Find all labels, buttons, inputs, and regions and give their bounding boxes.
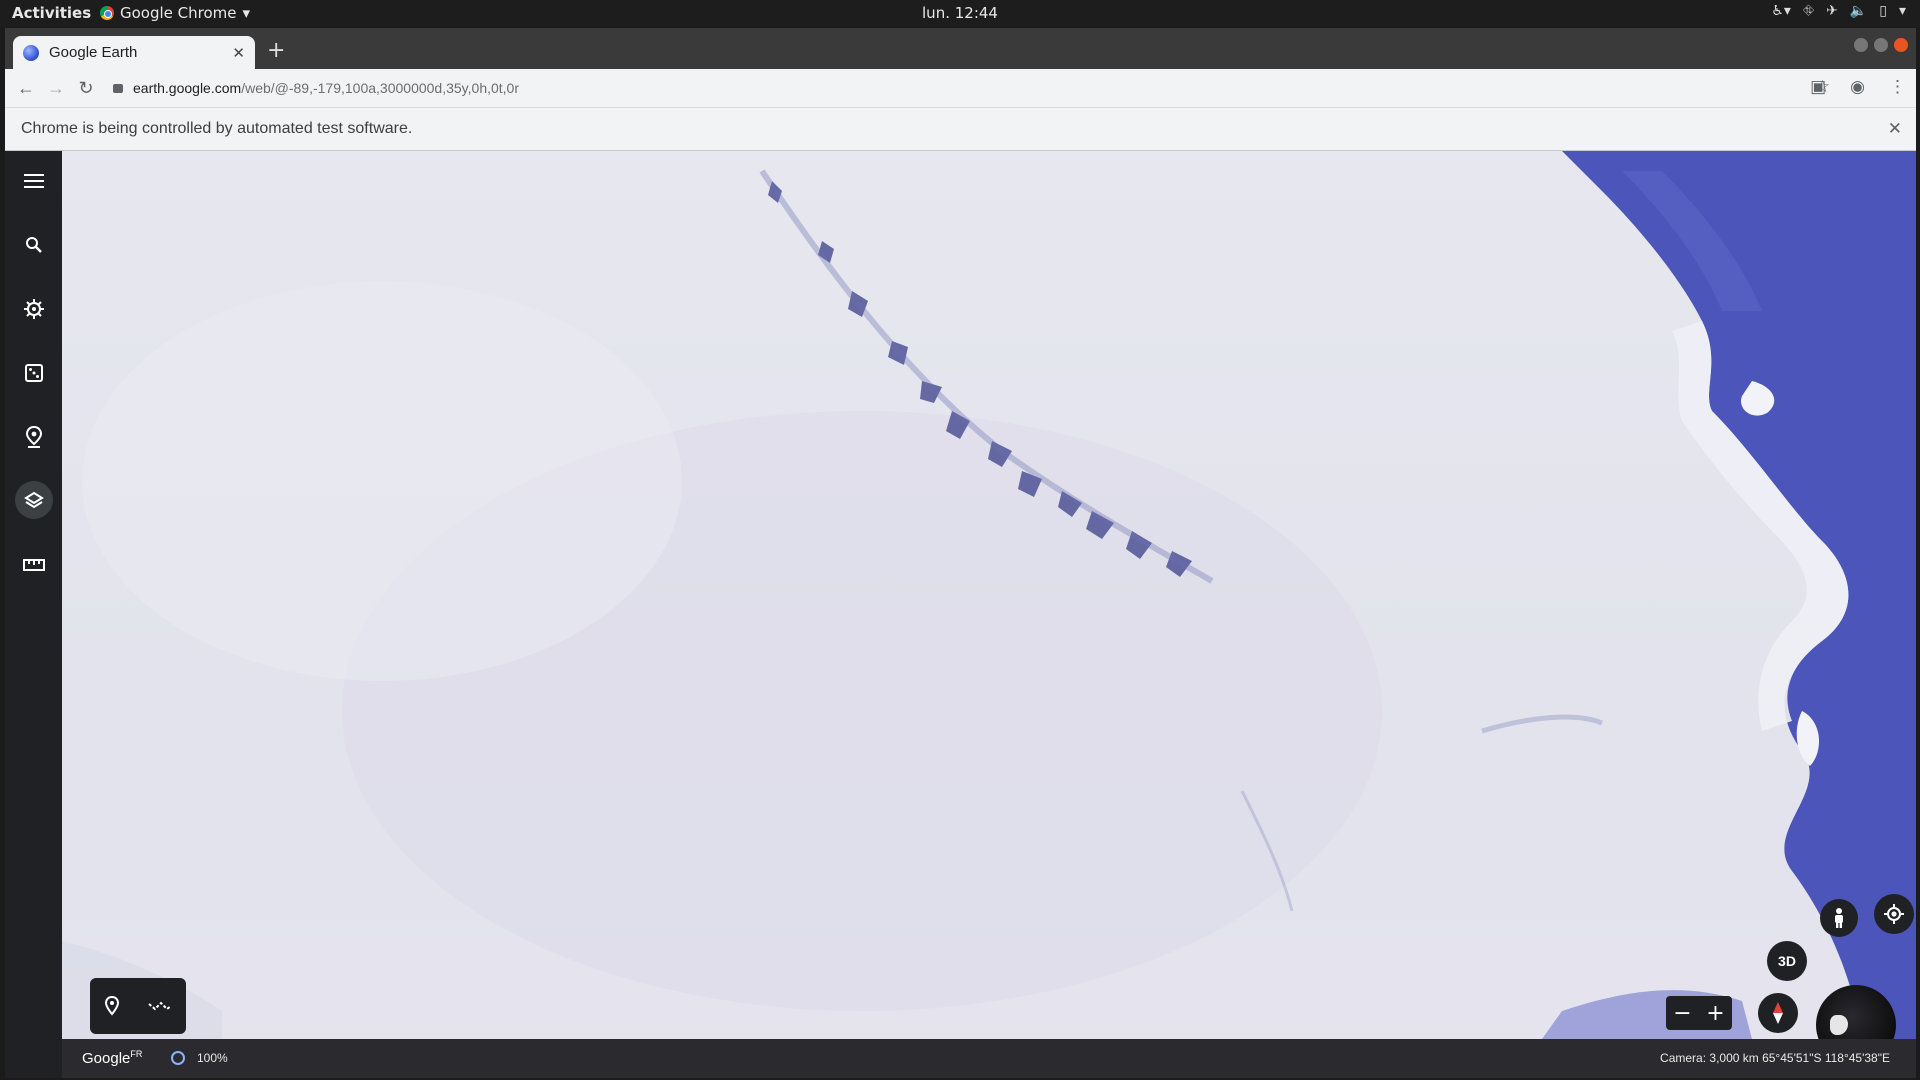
camera-coordinates: Camera: 3,000 km 65°45'51"S 118°45'38"E xyxy=(1660,1051,1890,1065)
projects-icon xyxy=(25,426,42,448)
zoom-out-button[interactable]: − xyxy=(1673,1001,1691,1026)
compass-icon xyxy=(1773,1002,1783,1024)
network-icon: ⛗ xyxy=(1802,3,1815,19)
system-tray[interactable]: ♿▾ ⛗ ✈ 🔈 ▯ ▾ xyxy=(1771,3,1906,19)
accessibility-icon[interactable]: ♿▾ xyxy=(1771,3,1791,19)
toolbar-actions: ▣ ◉ ⋮ xyxy=(1810,77,1906,97)
loading-indicator-icon xyxy=(171,1051,185,1065)
feeling-lucky-button[interactable] xyxy=(5,347,62,399)
feeling-lucky-icon xyxy=(24,364,43,382)
close-window-button[interactable] xyxy=(1894,38,1908,52)
menu-button[interactable] xyxy=(5,155,62,207)
profile-icon[interactable]: ◉ xyxy=(1850,77,1865,97)
tab-google-earth[interactable]: Google Earth ✕ xyxy=(13,36,255,69)
more-menu-icon[interactable]: ⋮ xyxy=(1889,77,1906,97)
tab-strip: Google Earth ✕ + xyxy=(5,28,1916,69)
earth-favicon-icon xyxy=(23,44,39,61)
maximize-button[interactable] xyxy=(1874,38,1888,52)
forward-icon[interactable]: → xyxy=(41,78,71,99)
measure-icon xyxy=(22,559,45,571)
infobar-message: Chrome is being controlled by automated … xyxy=(21,120,413,137)
zoom-in-button[interactable]: + xyxy=(1706,1001,1724,1026)
pegman-button[interactable] xyxy=(1820,899,1858,937)
compass-button[interactable] xyxy=(1758,993,1798,1033)
url-domain: earth.google.com xyxy=(133,80,242,96)
projects-button[interactable] xyxy=(5,411,62,463)
automation-infobar: Chrome is being controlled by automated … xyxy=(5,107,1916,151)
extension-icon[interactable]: ▣ xyxy=(1810,77,1826,97)
battery-icon: ▯ xyxy=(1879,3,1887,19)
country-code: FR xyxy=(130,1049,143,1059)
url-path: /web/@-89,-179,100a,3000000d,35y,0h,0t,0… xyxy=(241,80,520,96)
zoom-controls: − + xyxy=(1666,996,1732,1030)
tab-close-icon[interactable]: ✕ xyxy=(232,44,245,62)
measure-button[interactable] xyxy=(5,539,62,591)
menu-icon xyxy=(23,174,44,188)
airplane-icon: ✈ xyxy=(1826,3,1838,19)
my-location-icon xyxy=(1884,904,1904,924)
mini-globe-land xyxy=(1830,1015,1848,1035)
clock[interactable]: lun. 12:44 xyxy=(0,4,1920,22)
map-style-button[interactable] xyxy=(5,475,62,527)
voyager-icon xyxy=(23,299,44,319)
toggle-3d-label: 3D xyxy=(1778,953,1796,969)
voyager-button[interactable] xyxy=(5,283,62,335)
my-location-button[interactable] xyxy=(1874,894,1914,934)
search-button[interactable] xyxy=(5,219,62,271)
google-earth-app: 3D − + GoogleFR 100% Camera: 3,000 km 65… xyxy=(5,151,1916,1078)
window-controls xyxy=(1854,38,1908,52)
left-sidebar xyxy=(5,151,62,1078)
search-icon xyxy=(25,237,42,253)
status-bar: GoogleFR 100% Camera: 3,000 km 65°45'51"… xyxy=(62,1039,1916,1078)
lock-icon[interactable] xyxy=(113,83,123,93)
pegman-icon xyxy=(1835,908,1843,928)
tab-title: Google Earth xyxy=(49,44,138,61)
google-logo: GoogleFR xyxy=(82,1049,142,1067)
browser-window: Google Earth ✕ + ← → ↻ earth.google.com /… xyxy=(5,28,1916,1078)
volume-icon: 🔈 xyxy=(1849,3,1868,19)
back-icon[interactable]: ← xyxy=(11,78,41,99)
system-top-bar: Activities Google Chrome ▾ lun. 12:44 ♿▾… xyxy=(0,0,1920,27)
infobar-close-icon[interactable]: ✕ xyxy=(1888,119,1902,139)
minimize-button[interactable] xyxy=(1854,38,1868,52)
toggle-3d-button[interactable]: 3D xyxy=(1767,941,1807,981)
draw-path-icon[interactable] xyxy=(148,999,172,1013)
google-logo-text: Google xyxy=(82,1050,131,1067)
new-tab-button[interactable]: + xyxy=(267,38,285,63)
add-placemark-icon[interactable] xyxy=(104,996,120,1016)
browser-toolbar: ← → ↻ earth.google.com/web/@-89,-179,100… xyxy=(5,69,1916,107)
reload-icon[interactable]: ↻ xyxy=(71,78,101,99)
load-percent: 100% xyxy=(197,1051,228,1065)
antarctica-satellite-imagery xyxy=(62,151,1916,1039)
address-bar[interactable]: earth.google.com/web/@-89,-179,100a,3000… xyxy=(113,74,1776,102)
chevron-down-icon[interactable]: ▾ xyxy=(1899,3,1906,19)
drawing-tools-card xyxy=(90,978,186,1034)
globe-map-view[interactable]: 3D − + xyxy=(62,151,1916,1065)
map-style-icon xyxy=(23,491,44,509)
